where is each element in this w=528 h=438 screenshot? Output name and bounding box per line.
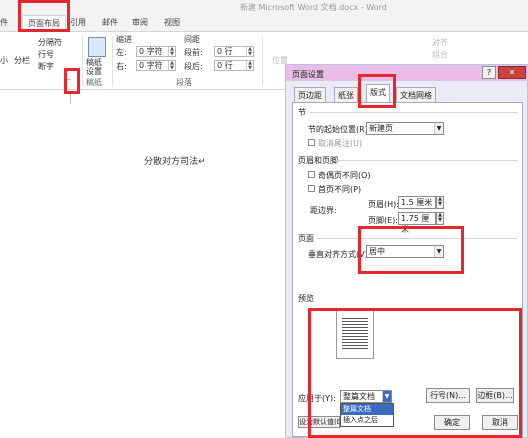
tab-margins[interactable]: 页边距 xyxy=(294,87,326,102)
indent-left-label: 左: xyxy=(116,48,127,57)
tab-document-grid[interactable]: 文档网格 xyxy=(396,87,436,102)
page-header: 页面 xyxy=(298,234,314,243)
group-button[interactable]: 组合 xyxy=(432,49,448,60)
help-button[interactable]: ? xyxy=(482,66,496,79)
header-distance-label: 页眉(H): xyxy=(368,200,399,209)
margins-button[interactable]: 小 xyxy=(0,55,8,66)
window-title: 新建 Microsoft Word 文档.docx - Word xyxy=(240,3,387,12)
group-label-paragraph: 段落 xyxy=(176,78,192,87)
preview-header: 预览 xyxy=(298,294,314,303)
spacing-after-spinner[interactable]: 0 行 ▲ ▼ xyxy=(214,60,254,71)
manuscript-icon xyxy=(88,37,106,57)
header-distance-spinner[interactable]: ▲ ▼ xyxy=(436,196,444,209)
section-header: 节 xyxy=(298,108,306,117)
footer-distance-label: 页脚(E): xyxy=(368,216,398,225)
indent-label: 缩进 xyxy=(116,35,132,44)
ribbon-separator xyxy=(262,36,263,86)
spacing-before-spinner[interactable]: 0 行 ▲ ▼ xyxy=(214,46,254,57)
suppress-endnotes-label: 取消尾注(U) xyxy=(318,139,363,148)
ribbon-tabs: 件 页面布局 引用 邮件 审阅 视图 xyxy=(0,14,528,33)
tab-paper[interactable]: 纸张 xyxy=(334,87,358,102)
divider xyxy=(336,160,518,161)
tab-mailings[interactable]: 邮件 xyxy=(102,17,118,28)
footer-distance-spinner[interactable]: ▲ ▼ xyxy=(436,212,444,225)
tab-references[interactable]: 引用 xyxy=(70,17,86,28)
odd-even-checkbox[interactable] xyxy=(308,171,315,178)
manuscript-button[interactable]: 稿纸 设置 xyxy=(86,58,102,76)
highlight-page-layout-tab xyxy=(18,0,70,32)
indent-right-label: 右: xyxy=(116,62,127,71)
divider xyxy=(310,112,518,113)
first-page-checkbox[interactable] xyxy=(308,185,315,192)
indent-right-spinner[interactable]: 0 字符 ▲ ▼ xyxy=(136,60,176,71)
highlight-vertical-alignment xyxy=(358,226,464,274)
tab-review[interactable]: 审阅 xyxy=(132,17,148,28)
section-start-label: 节的起始位置(R): xyxy=(308,125,371,134)
spacing-after-label: 段后: xyxy=(184,62,203,71)
dialog-title: 页面设置 xyxy=(292,70,324,79)
footer-distance-input[interactable]: 1.75 厘米 xyxy=(398,212,436,234)
section-start-select[interactable]: 新建页 ▼ xyxy=(366,122,444,135)
spacing-before-label: 段前: xyxy=(184,48,203,57)
highlight-page-setup-launcher xyxy=(64,68,80,94)
suppress-endnotes-checkbox[interactable] xyxy=(308,139,315,146)
ribbon-separator xyxy=(82,36,83,86)
document-text[interactable]: 分散对方司法↵ xyxy=(144,154,206,167)
tab-view[interactable]: 视图 xyxy=(164,17,180,28)
first-page-label: 首页不同(P) xyxy=(318,185,362,194)
hyphenation-button[interactable]: 断字 xyxy=(38,61,54,72)
header-distance-input[interactable]: 1.5 厘米 xyxy=(398,196,436,209)
document-page[interactable] xyxy=(0,91,290,438)
chevron-down-icon: ▼ xyxy=(434,123,443,134)
file-tab-edge[interactable]: 件 xyxy=(0,17,8,28)
ribbon-separator xyxy=(112,36,113,86)
headers-footers-header: 页眉和页脚 xyxy=(298,156,338,165)
highlight-layout-tab xyxy=(358,74,396,108)
highlight-preview-apply xyxy=(308,308,522,438)
odd-even-label: 奇偶页不同(O) xyxy=(318,171,371,180)
indent-left-spinner[interactable]: 0 字符 ▲ ▼ xyxy=(136,46,176,57)
align-button[interactable]: 对齐 xyxy=(432,37,448,48)
from-edge-label: 距边界: xyxy=(310,206,337,215)
group-label-manuscript: 稿纸 xyxy=(86,78,102,87)
spacing-label: 间距 xyxy=(184,35,200,44)
breaks-button[interactable]: 分隔符 xyxy=(38,37,62,48)
close-button[interactable]: ✕ xyxy=(498,66,526,79)
line-numbers-button[interactable]: 行号 xyxy=(38,49,54,60)
columns-button[interactable]: 分栏 xyxy=(14,55,30,66)
